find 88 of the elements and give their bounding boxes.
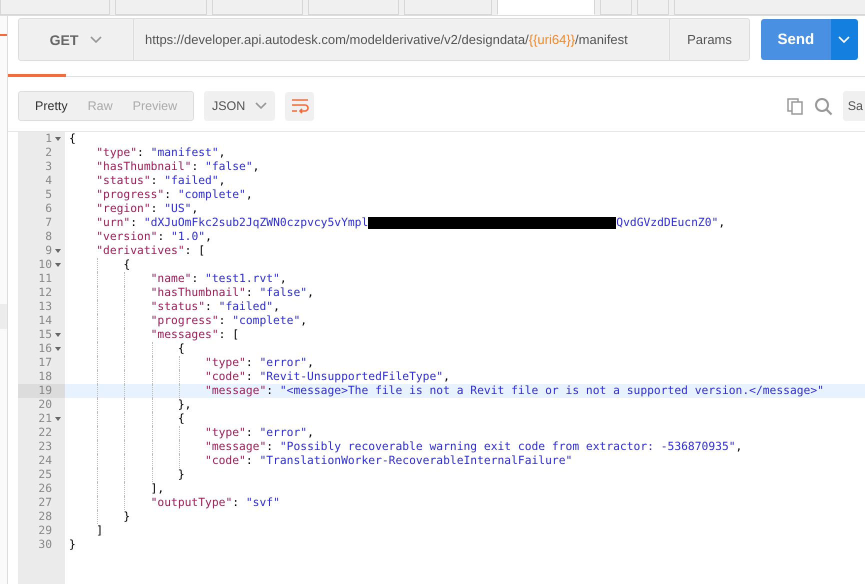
code-line: "hasThumbnail": "false", bbox=[150, 286, 314, 299]
code-line: "derivatives": [ bbox=[95, 244, 206, 257]
code-line: "hasThumbnail": "false", bbox=[95, 160, 260, 173]
sidebar-item[interactable] bbox=[0, 304, 7, 329]
send-options-button[interactable] bbox=[830, 19, 858, 60]
line-number: 24 bbox=[38, 454, 53, 468]
tab[interactable] bbox=[497, 0, 595, 15]
code-line: { bbox=[176, 412, 185, 425]
code-line: } bbox=[69, 538, 76, 551]
code-line: "type": "manifest", bbox=[95, 146, 226, 159]
fold-arrow-icon[interactable] bbox=[54, 347, 60, 351]
line-number: 17 bbox=[38, 356, 53, 370]
line-number: 23 bbox=[38, 440, 53, 454]
line-number: 15 bbox=[38, 328, 53, 342]
line-number: 14 bbox=[38, 314, 53, 328]
chevron-icon bbox=[255, 102, 268, 110]
code-line: "outputType": "svf" bbox=[150, 496, 280, 509]
line-number: 6 bbox=[45, 202, 53, 216]
code-line: "version": "1.0", bbox=[95, 230, 212, 243]
line-number: 27 bbox=[38, 496, 53, 510]
code-line: "region": "US", bbox=[95, 202, 198, 215]
wrap-lines-button[interactable] bbox=[285, 92, 314, 120]
line-number: 18 bbox=[38, 370, 53, 384]
code-line: { bbox=[122, 258, 130, 271]
line-number: 1 bbox=[45, 132, 53, 146]
fold-arrow-icon[interactable] bbox=[54, 333, 60, 337]
fold-arrow-icon[interactable] bbox=[54, 137, 60, 141]
view-tab[interactable]: Pretty bbox=[25, 92, 78, 120]
tab[interactable] bbox=[637, 0, 669, 15]
line-number: 26 bbox=[38, 482, 53, 496]
code-line: "message": "Possibly recoverable warning exit code from extractor: -536870935", bbox=[204, 440, 742, 453]
line-number: 13 bbox=[38, 300, 53, 314]
copy-icon[interactable] bbox=[786, 97, 804, 115]
code-line: } bbox=[176, 468, 185, 481]
fold-arrow-icon[interactable] bbox=[54, 417, 60, 421]
line-number: 25 bbox=[38, 468, 53, 482]
tab[interactable] bbox=[404, 0, 492, 15]
fold-arrow-icon[interactable] bbox=[54, 249, 60, 253]
line-number: 2 bbox=[45, 146, 53, 160]
line-number: 20 bbox=[38, 398, 53, 412]
active-indicator bbox=[0, 34, 7, 36]
tab[interactable] bbox=[600, 0, 632, 15]
code-line: "messages": [ bbox=[150, 328, 240, 341]
code-line: "urn": "dXJuOmFkc2sub2JqZWN0czpvcy5vYmpl QvdGVzdDEucnZ0", bbox=[95, 216, 726, 229]
code-line: "status": "failed", bbox=[95, 174, 226, 187]
chevron-icon bbox=[838, 36, 850, 44]
fold-arrow-icon[interactable] bbox=[54, 263, 60, 267]
tab[interactable] bbox=[0, 0, 110, 15]
code-line: "code": "TranslationWorker-RecoverableInternalFailure" bbox=[204, 454, 572, 467]
line-number: 21 bbox=[38, 412, 53, 426]
code-line: "type": "error", bbox=[204, 426, 314, 439]
search-icon[interactable] bbox=[814, 96, 833, 116]
wrap-lines-icon bbox=[290, 98, 310, 114]
line-number: 28 bbox=[38, 510, 53, 524]
code-line: ] bbox=[95, 524, 104, 537]
line-number: 9 bbox=[45, 244, 53, 258]
line-number: 12 bbox=[38, 286, 53, 300]
line-number: 7 bbox=[45, 216, 53, 230]
line-number: 11 bbox=[38, 272, 53, 286]
line-number: 5 bbox=[45, 188, 53, 202]
code-line: "code": "Revit-UnsupportedFileType", bbox=[204, 370, 450, 383]
format-dropdown[interactable]: JSON bbox=[204, 91, 276, 121]
code-line: { bbox=[176, 342, 185, 355]
tab[interactable] bbox=[308, 0, 399, 15]
code-line: "name": "test1.rvt", bbox=[150, 272, 287, 285]
line-number: 22 bbox=[38, 426, 53, 440]
line-number: 4 bbox=[45, 174, 53, 188]
tab[interactable] bbox=[212, 0, 303, 15]
code-line: "type": "error", bbox=[204, 356, 314, 369]
line-number: 19 bbox=[38, 384, 53, 398]
line-number: 3 bbox=[45, 160, 53, 174]
line-number: 10 bbox=[38, 258, 53, 272]
send-button[interactable]: Send bbox=[761, 19, 831, 60]
save-button[interactable]: Sa bbox=[842, 91, 865, 121]
line-number: 8 bbox=[45, 230, 53, 244]
code-line: ], bbox=[150, 482, 164, 495]
line-number: 16 bbox=[38, 342, 53, 356]
code-line: "progress": "complete", bbox=[95, 188, 253, 201]
code-line: "message": "<message>The file is not a Revit file or is not a supported version.</message>" bbox=[204, 384, 824, 397]
code-line: { bbox=[69, 132, 76, 145]
line-number: 29 bbox=[38, 524, 53, 538]
code-line: } bbox=[122, 510, 130, 523]
tab[interactable] bbox=[115, 0, 207, 15]
code-line: "progress": "complete", bbox=[150, 314, 308, 327]
response-tab-indicator[interactable] bbox=[8, 74, 66, 77]
code-line: }, bbox=[176, 398, 192, 411]
line-number: 30 bbox=[38, 538, 53, 552]
code-line: "status": "failed", bbox=[150, 300, 280, 313]
